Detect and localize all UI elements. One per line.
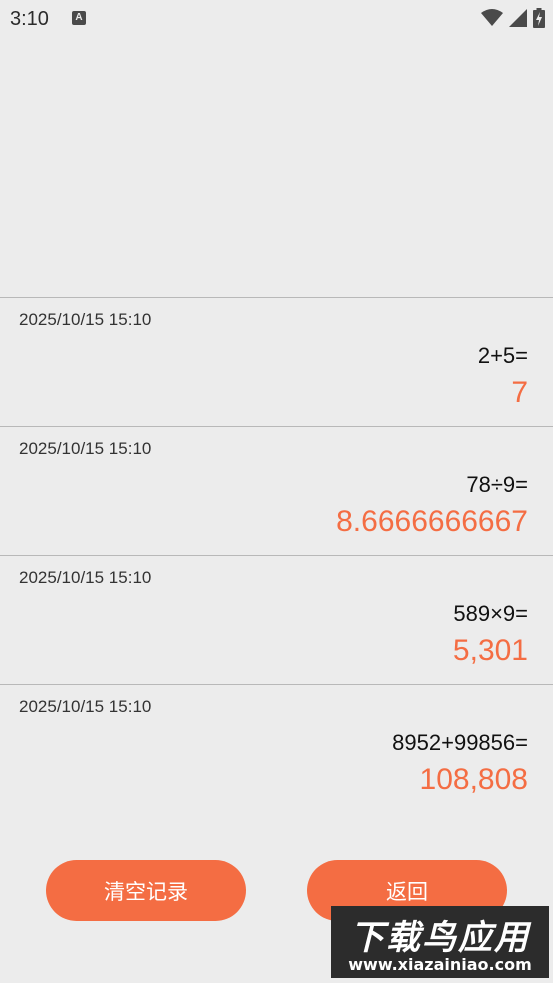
signal-icon xyxy=(509,9,527,27)
watermark-url: www.xiazainiao.com xyxy=(348,955,532,974)
status-icons xyxy=(481,8,545,28)
watermark-logo: 下载鸟应用 www.xiazainiao.com xyxy=(331,906,549,978)
notification-a-icon: A xyxy=(72,11,86,25)
record-expression: 8952+99856= xyxy=(392,730,528,755)
record-result: 108,808 xyxy=(419,763,528,796)
record-timestamp: 2025/10/15 15:10 xyxy=(19,310,152,329)
history-list: 2025/10/15 15:10 2+5= 7 2025/10/15 15:10… xyxy=(0,297,553,813)
clear-history-button[interactable]: 清空记录 xyxy=(46,860,246,921)
record-result: 7 xyxy=(511,376,528,409)
history-record[interactable]: 2025/10/15 15:10 2+5= 7 xyxy=(0,298,553,427)
record-timestamp: 2025/10/15 15:10 xyxy=(19,439,152,458)
history-record[interactable]: 2025/10/15 15:10 589×9= 5,301 xyxy=(0,556,553,685)
record-expression: 2+5= xyxy=(477,343,528,368)
battery-icon xyxy=(533,8,545,28)
wifi-icon xyxy=(481,9,503,26)
record-result: 8.6666666667 xyxy=(336,505,528,538)
watermark-title: 下载鸟应用 xyxy=(350,918,530,958)
record-expression: 78÷9= xyxy=(466,472,528,497)
status-bar: 3:10 A xyxy=(0,0,553,40)
record-timestamp: 2025/10/15 15:10 xyxy=(19,568,152,587)
record-result: 5,301 xyxy=(452,634,528,667)
status-time: 3:10 xyxy=(10,8,49,30)
history-record[interactable]: 2025/10/15 15:10 8952+99856= 108,808 xyxy=(0,685,553,813)
record-timestamp: 2025/10/15 15:10 xyxy=(19,697,152,716)
history-record[interactable]: 2025/10/15 15:10 78÷9= 8.6666666667 xyxy=(0,427,553,556)
record-expression: 589×9= xyxy=(453,601,528,626)
